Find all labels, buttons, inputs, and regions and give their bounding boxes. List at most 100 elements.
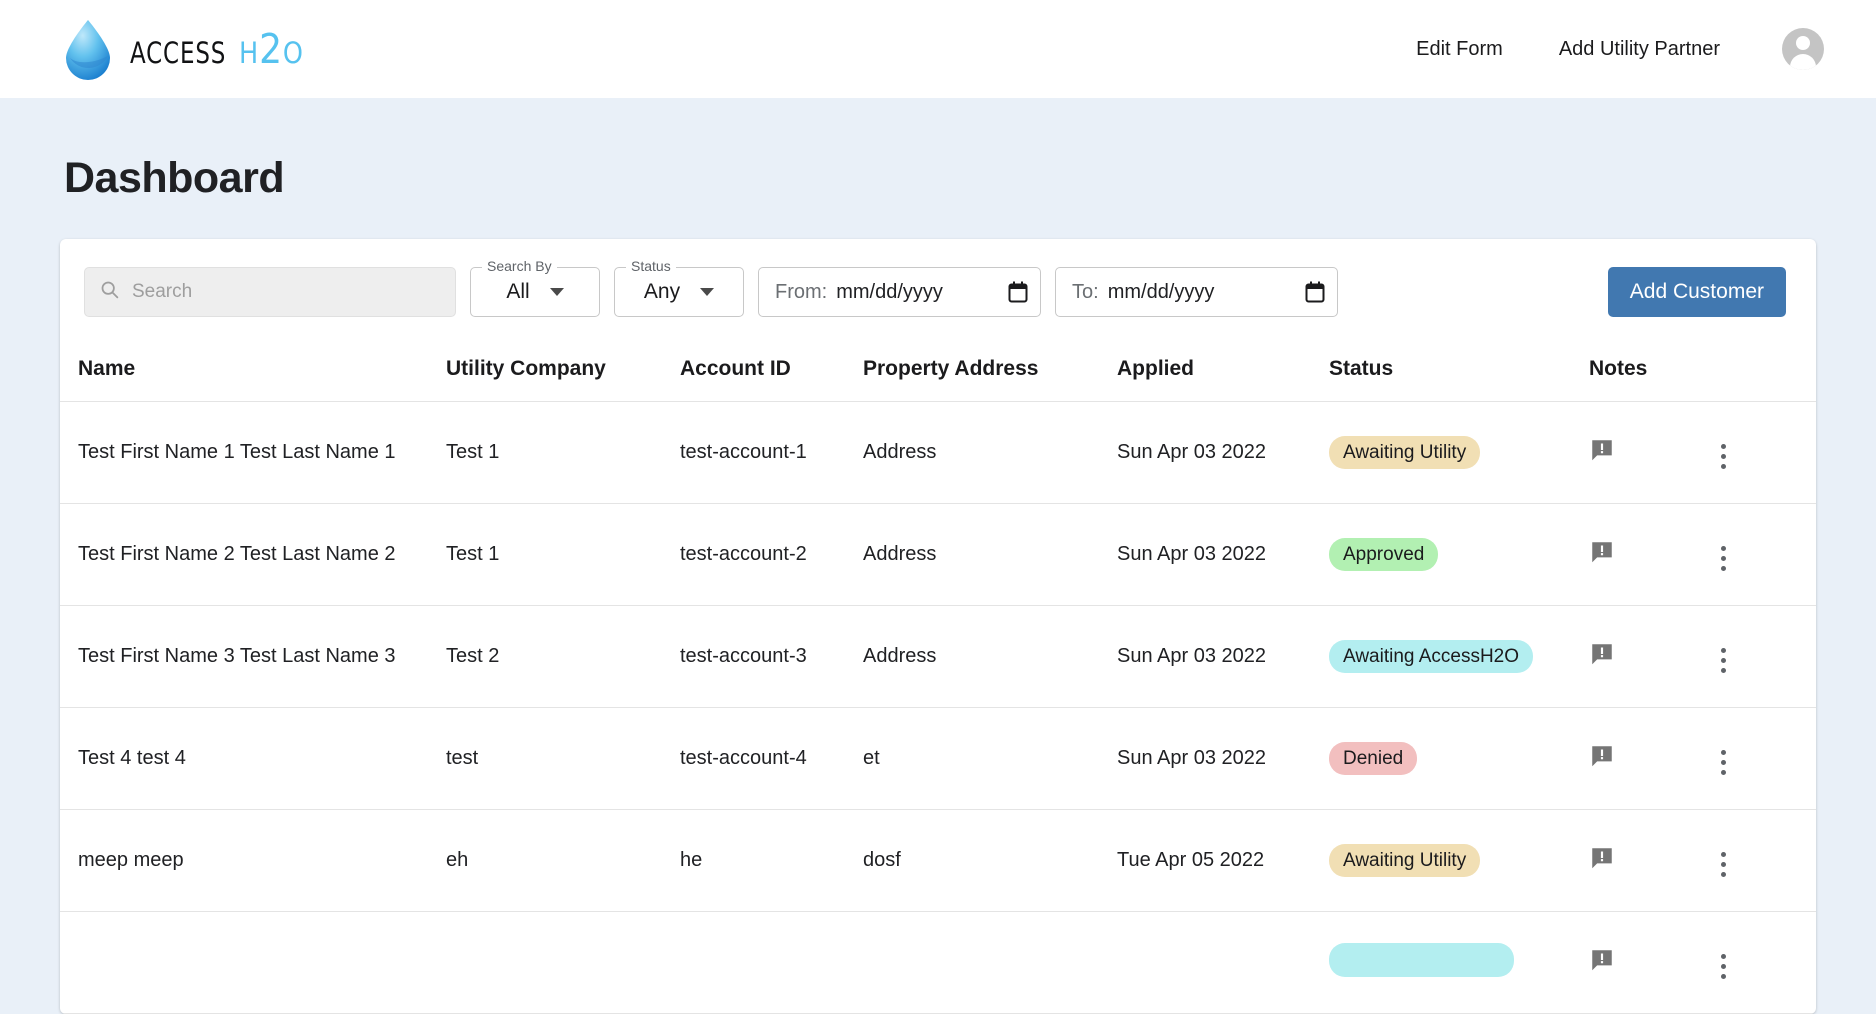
cell-utility-company: Test 2 — [446, 605, 680, 708]
cell-account-id: test-account-1 — [680, 401, 863, 504]
date-from-value: mm/dd/yyyy — [836, 280, 943, 303]
brand-text-h2o: H2O — [239, 25, 305, 73]
column-header-account-id[interactable]: Account ID — [680, 341, 863, 402]
date-to-value: mm/dd/yyyy — [1107, 280, 1215, 303]
cell-actions — [1709, 707, 1816, 810]
comment-alert-icon[interactable] — [1589, 845, 1615, 871]
cell-applied: Tue Apr 05 2022 — [1117, 809, 1329, 912]
cell-account-id: test-account-2 — [680, 503, 863, 606]
date-from-input[interactable]: From: mm/dd/yyyy — [758, 267, 1041, 317]
comment-alert-icon[interactable] — [1589, 641, 1615, 667]
status-badge: Denied — [1329, 741, 1418, 776]
cell-name — [60, 911, 446, 1014]
page-title: Dashboard — [64, 154, 285, 202]
search-placeholder: Search — [132, 281, 193, 302]
cell-applied: Sun Apr 03 2022 — [1117, 503, 1329, 606]
status-value: Any — [643, 280, 681, 303]
avatar-body — [1790, 54, 1816, 70]
more-vertical-icon[interactable] — [1709, 440, 1738, 473]
cell-property-address: et — [863, 707, 1117, 810]
cell-utility-company: test — [446, 707, 680, 810]
table-body: Test First Name 1 Test Last Name 1 Test 1… — [60, 401, 1816, 1014]
search-by-select[interactable]: Search By All — [470, 259, 600, 317]
table-row[interactable]: Test 4 test 4 test test-account-4 et Sun Apr… — [60, 707, 1816, 810]
status-badge: Awaiting Utility — [1329, 843, 1481, 878]
column-header-applied[interactable]: Applied — [1117, 341, 1329, 402]
page-container: Dashboard Search Search By All Status An… — [0, 154, 1876, 1014]
water-drop-icon — [60, 18, 116, 80]
cell-notes — [1589, 911, 1709, 1014]
brand-text-access: Access — [130, 25, 227, 73]
chevron-down-icon[interactable] — [700, 288, 715, 296]
cell-name: Test First Name 1 Test Last Name 1 — [60, 401, 446, 504]
customers-table: Name Utility Company Account ID Property… — [60, 341, 1816, 1014]
more-vertical-icon[interactable] — [1709, 644, 1738, 677]
cell-utility-company: eh — [446, 809, 680, 912]
filter-toolbar: Search Search By All Status Any From: mm… — [60, 239, 1816, 341]
cell-actions — [1709, 911, 1816, 1014]
chevron-down-icon[interactable] — [549, 288, 564, 296]
cell-name: Test First Name 2 Test Last Name 2 — [60, 503, 446, 606]
column-header-status[interactable]: Status — [1329, 341, 1589, 402]
status-badge — [1329, 942, 1514, 977]
cell-notes — [1589, 809, 1709, 912]
cell-applied: Sun Apr 03 2022 — [1117, 401, 1329, 504]
cell-notes — [1589, 503, 1709, 606]
column-header-notes[interactable]: Notes — [1589, 341, 1709, 402]
cell-applied: Sun Apr 03 2022 — [1117, 605, 1329, 708]
cell-property-address — [863, 911, 1117, 1014]
add-customer-button[interactable]: Add Customer — [1607, 267, 1786, 317]
top-navigation-bar: Access H2O Edit Form Add Utility Partner — [0, 0, 1876, 98]
status-label: Status — [626, 259, 676, 273]
cell-applied — [1117, 911, 1329, 1014]
calendar-icon[interactable] — [1305, 281, 1325, 303]
cell-actions — [1709, 605, 1816, 708]
column-header-utility-company[interactable]: Utility Company — [446, 341, 680, 402]
more-vertical-icon[interactable] — [1709, 746, 1738, 779]
cell-status: Approved — [1329, 503, 1589, 606]
cell-property-address: Address — [863, 401, 1117, 504]
cell-status: Awaiting Utility — [1329, 401, 1589, 504]
column-header-actions — [1709, 341, 1816, 402]
comment-alert-icon[interactable] — [1589, 743, 1615, 769]
cell-notes — [1589, 707, 1709, 810]
table-row[interactable] — [60, 911, 1816, 1014]
status-badge: Awaiting Utility — [1329, 435, 1481, 470]
cell-utility-company: Test 1 — [446, 503, 680, 606]
cell-property-address: dosf — [863, 809, 1117, 912]
nav-add-utility-partner[interactable]: Add Utility Partner — [1531, 28, 1748, 71]
cell-actions — [1709, 401, 1816, 504]
cell-account-id: test-account-4 — [680, 707, 863, 810]
comment-alert-icon[interactable] — [1589, 947, 1615, 973]
cell-notes — [1589, 605, 1709, 708]
search-input[interactable]: Search — [84, 267, 456, 317]
table-row[interactable]: Test First Name 3 Test Last Name 3 Test 2… — [60, 605, 1816, 708]
comment-alert-icon[interactable] — [1589, 437, 1615, 463]
column-header-name[interactable]: Name — [60, 341, 446, 402]
cell-account-id: he — [680, 809, 863, 912]
cell-applied: Sun Apr 03 2022 — [1117, 707, 1329, 810]
cell-account-id — [680, 911, 863, 1014]
status-select[interactable]: Status Any — [614, 259, 744, 317]
more-vertical-icon[interactable] — [1709, 848, 1738, 881]
status-badge: Approved — [1329, 537, 1439, 572]
table-row[interactable]: meep meep eh he dosf Tue Apr 05 2022 Awaiting… — [60, 809, 1816, 912]
nav-links-group: Edit Form Add Utility Partner — [1388, 28, 1824, 71]
date-to-input[interactable]: To: mm/dd/yyyy — [1055, 267, 1338, 317]
nav-edit-form[interactable]: Edit Form — [1388, 28, 1531, 71]
brand-logo[interactable]: Access H2O — [60, 18, 313, 80]
date-to-label: To: — [1072, 280, 1099, 303]
cell-status: Awaiting AccessH2O — [1329, 605, 1589, 708]
cell-utility-company: Test 1 — [446, 401, 680, 504]
column-header-property-address[interactable]: Property Address — [863, 341, 1117, 402]
comment-alert-icon[interactable] — [1589, 539, 1615, 565]
table-row[interactable]: Test First Name 2 Test Last Name 2 Test 1… — [60, 503, 1816, 606]
cell-name: Test 4 test 4 — [60, 707, 446, 810]
table-row[interactable]: Test First Name 1 Test Last Name 1 Test 1… — [60, 401, 1816, 504]
account-circle-icon[interactable] — [1782, 28, 1824, 70]
cell-actions — [1709, 503, 1816, 606]
more-vertical-icon[interactable] — [1709, 542, 1738, 575]
calendar-icon[interactable] — [1008, 281, 1028, 303]
more-vertical-icon[interactable] — [1709, 950, 1738, 983]
search-icon — [99, 279, 120, 305]
